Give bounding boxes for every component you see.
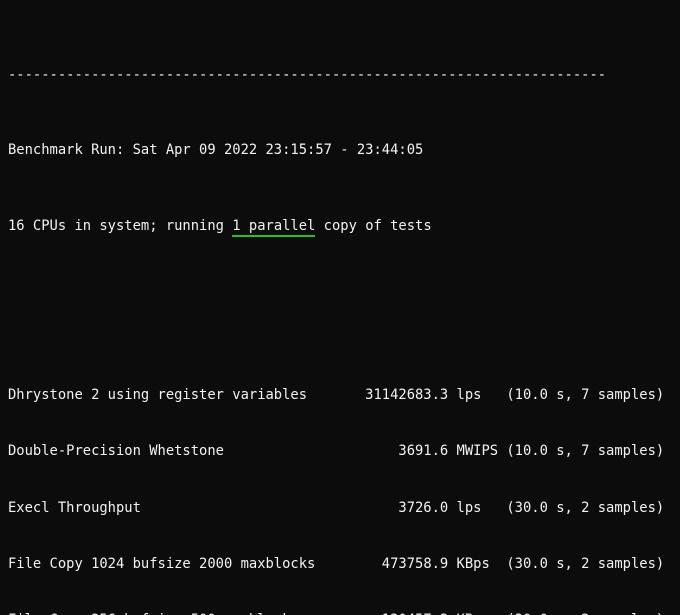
result-value: 473758.9	[381, 555, 449, 572]
result-row: Execl Throughput 3726.0 lps (30.0 s, 2 s…	[8, 499, 680, 518]
benchmark-run-line: Benchmark Run: Sat Apr 09 2022 23:15:57 …	[8, 141, 680, 160]
result-timing: (10.0 s, 7 samples)	[506, 386, 665, 403]
result-label: File Copy 256 bufsize 500 maxblocks	[8, 611, 299, 615]
blank-row	[8, 292, 680, 311]
result-label: Dhrystone 2 using register variables	[8, 386, 308, 403]
result-timing: (10.0 s, 7 samples)	[506, 443, 665, 460]
result-value: 130457.3	[349, 611, 448, 615]
result-timing: (30.0 s, 2 samples)	[506, 499, 665, 516]
result-label: Execl Throughput	[8, 499, 141, 516]
top-separator-row: ----------------------------------------…	[8, 66, 680, 85]
result-label: File Copy 1024 bufsize 2000 maxblocks	[8, 555, 316, 572]
result-value: 3726.0	[398, 499, 449, 516]
result-label: Double-Precision Whetstone	[8, 443, 224, 460]
benchmark-run-text: Benchmark Run: Sat Apr 09 2022 23:15:57 …	[8, 142, 424, 159]
separator-line: ----------------------------------------…	[8, 67, 607, 84]
result-value: 3691.6	[398, 443, 449, 460]
result-value: 31142683.3	[365, 386, 449, 403]
result-unit: lps	[456, 386, 482, 403]
result-row: Double-Precision Whetstone 3691.6 MWIPS …	[8, 442, 680, 461]
result-row: Dhrystone 2 using register variables 311…	[8, 386, 680, 405]
result-unit: KBps	[457, 611, 490, 615]
cpu-count-line: 16 CPUs in system; running 1 parallel co…	[8, 217, 680, 237]
terminal-window: ----------------------------------------…	[0, 0, 680, 615]
result-row: File Copy 1024 bufsize 2000 maxblocks 47…	[8, 555, 680, 574]
cpu-count-text-suffix: copy of tests	[315, 217, 432, 234]
result-timing: (30.0 s, 2 samples)	[506, 555, 665, 572]
cpu-count-text: 16 CPUs in system; running	[8, 217, 233, 234]
result-unit: MWIPS	[456, 443, 499, 460]
result-row: File Copy 256 bufsize 500 maxblocks 1304…	[8, 611, 680, 615]
result-timing: (30.0 s, 2 samples)	[506, 611, 664, 615]
parallel-copies-highlight: 1 parallel	[232, 217, 316, 237]
result-unit: lps	[456, 499, 482, 516]
result-unit: KBps	[456, 555, 490, 572]
